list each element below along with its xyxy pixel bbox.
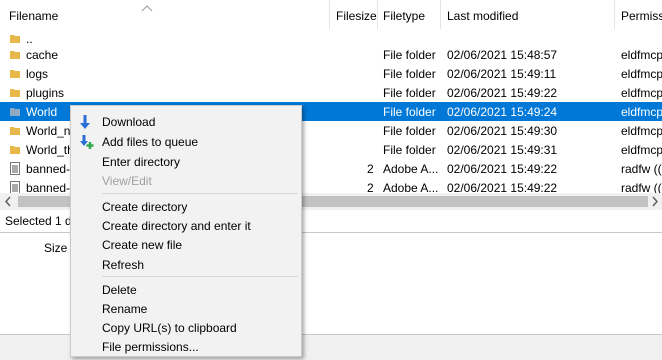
file-modified: 02/06/2021 15:49:24 xyxy=(447,105,558,119)
menu-separator xyxy=(102,193,298,194)
menu-item-file-permissions[interactable]: File permissions... xyxy=(71,337,301,356)
file-type: File folder xyxy=(383,124,436,138)
file-type: File folder xyxy=(383,86,436,100)
file-permissions: eldfmcp xyxy=(621,48,662,62)
status-text: Selected 1 d xyxy=(5,214,72,228)
folder-icon xyxy=(9,48,21,63)
file-name: World xyxy=(26,105,58,119)
file-modified: 02/06/2021 15:49:31 xyxy=(447,143,558,157)
column-divider[interactable] xyxy=(377,0,378,29)
add-to-queue-icon xyxy=(78,134,94,153)
menu-item-refresh[interactable]: Refresh xyxy=(71,255,301,274)
document-icon xyxy=(9,181,21,193)
file-name: banned-i xyxy=(26,162,70,176)
file-permissions: eldfmcp xyxy=(621,124,662,138)
column-header-size[interactable]: Size xyxy=(44,241,67,255)
column-header-last-modified[interactable]: Last modified xyxy=(447,9,518,23)
file-type: File folder xyxy=(383,105,436,119)
menu-item-create-directory[interactable]: Create directory xyxy=(71,197,301,216)
file-modified: 02/06/2021 15:49:22 xyxy=(447,162,558,176)
menu-item-create-directory-enter[interactable]: Create directory and enter it xyxy=(71,216,301,235)
file-permissions: eldfmcp xyxy=(621,143,662,157)
file-row[interactable]: plugins File folder 02/06/2021 15:49:22 … xyxy=(0,83,662,102)
file-row[interactable]: cache File folder 02/06/2021 15:48:57 el… xyxy=(0,45,662,64)
file-type: Adobe A... xyxy=(383,162,439,176)
file-modified: 02/06/2021 15:49:22 xyxy=(447,86,558,100)
scroll-right-icon[interactable] xyxy=(651,196,659,210)
file-row[interactable]: logs File folder 02/06/2021 15:49:11 eld… xyxy=(0,64,662,83)
folder-icon xyxy=(9,67,21,82)
file-permissions: radfw (( xyxy=(621,162,662,176)
menu-item-download[interactable]: Download xyxy=(71,112,301,131)
file-permissions: eldfmcp xyxy=(621,86,662,100)
file-size: 2 xyxy=(367,181,374,193)
file-permissions: radfw (( xyxy=(621,181,662,193)
column-divider[interactable] xyxy=(329,0,330,29)
menu-item-enter-directory[interactable]: Enter directory xyxy=(71,152,301,171)
file-modified: 02/06/2021 15:49:11 xyxy=(447,67,557,81)
file-modified: 02/06/2021 15:48:57 xyxy=(447,48,558,62)
menu-item-add-to-queue[interactable]: Add files to queue xyxy=(71,132,301,151)
file-name: cache xyxy=(26,48,59,62)
file-name: World_th xyxy=(26,143,70,157)
folder-icon xyxy=(9,105,21,120)
menu-item-copy-urls[interactable]: Copy URL(s) to clipboard xyxy=(71,318,301,337)
context-menu: Download Add files to queue Enter direct… xyxy=(70,105,302,357)
column-header-permissions[interactable]: Permiss xyxy=(621,9,662,23)
document-icon xyxy=(9,162,21,178)
file-name: .. xyxy=(26,32,33,46)
column-divider[interactable] xyxy=(440,0,441,29)
file-modified: 02/06/2021 15:49:22 xyxy=(447,181,558,193)
file-name: World_ne xyxy=(26,124,70,138)
download-icon xyxy=(78,114,92,133)
file-type: File folder xyxy=(383,143,436,157)
sort-ascending-icon xyxy=(141,1,153,15)
scroll-left-icon[interactable] xyxy=(4,196,12,210)
menu-separator xyxy=(102,276,298,277)
menu-item-rename[interactable]: Rename xyxy=(71,299,301,318)
file-name: plugins xyxy=(26,86,65,100)
folder-icon xyxy=(9,86,21,101)
file-type: File folder xyxy=(383,67,436,81)
file-size: 2 xyxy=(367,162,374,176)
column-header-filetype[interactable]: Filetype xyxy=(383,9,425,23)
menu-item-create-new-file[interactable]: Create new file xyxy=(71,235,301,254)
file-name: banned-p xyxy=(26,181,70,193)
file-modified: 02/06/2021 15:49:30 xyxy=(447,124,558,138)
file-type: File folder xyxy=(383,48,436,62)
column-header-filesize[interactable]: Filesize xyxy=(336,9,377,23)
menu-item-delete[interactable]: Delete xyxy=(71,280,301,299)
file-permissions: eldfmcp xyxy=(621,105,662,119)
file-type: Adobe A... xyxy=(383,181,439,193)
menu-item-view-edit[interactable]: View/Edit xyxy=(71,171,301,190)
file-name: logs xyxy=(26,67,49,81)
folder-icon xyxy=(9,143,21,158)
column-divider[interactable] xyxy=(614,0,615,29)
file-list-header: Filename Filesize Filetype Last modified… xyxy=(0,0,662,29)
file-permissions: eldfmcp xyxy=(621,67,662,81)
folder-icon xyxy=(9,124,21,139)
column-header-filename[interactable]: Filename xyxy=(9,9,58,23)
